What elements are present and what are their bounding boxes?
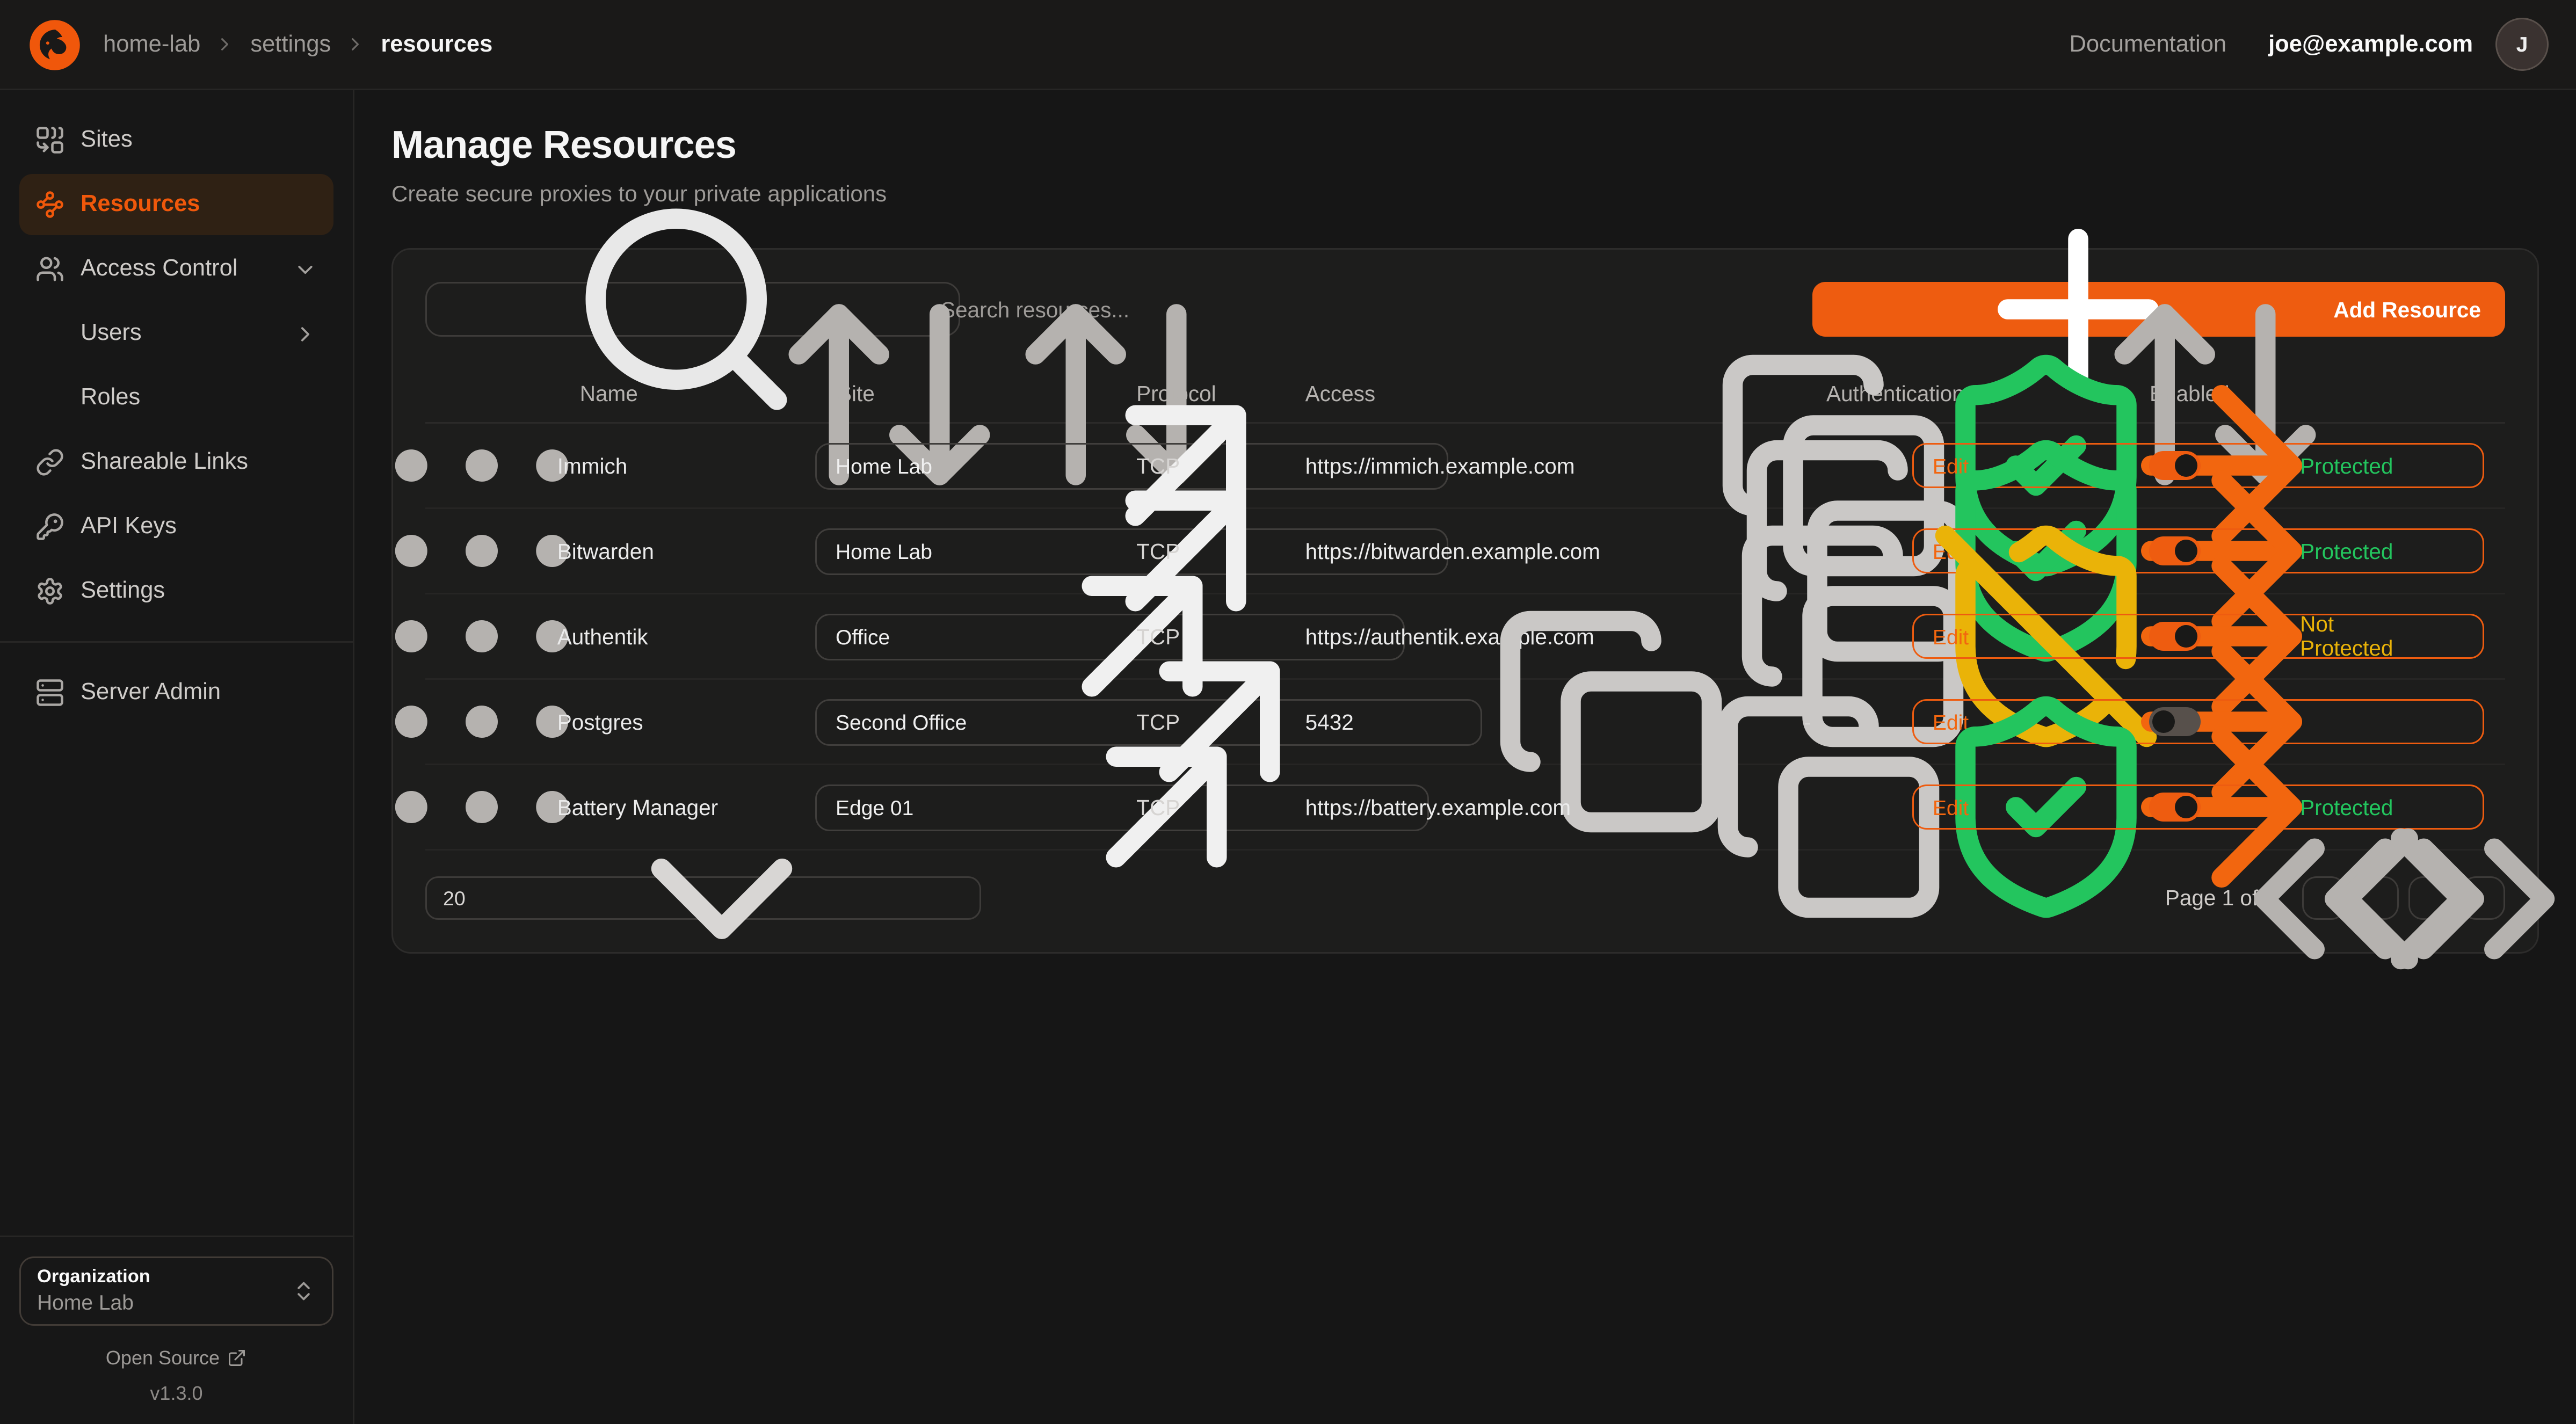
breadcrumb-org[interactable]: home-lab (103, 32, 200, 57)
enabled-toggle[interactable] (2150, 536, 2201, 565)
enabled-toggle[interactable] (2150, 793, 2201, 822)
sidebar-item-label: Resources (81, 192, 200, 217)
link-icon (35, 448, 64, 477)
last-page-button[interactable] (2462, 876, 2505, 920)
toggle-knob (2175, 540, 2198, 562)
chevron-down-icon (480, 778, 963, 1019)
open-source-link[interactable]: Open Source (19, 1347, 333, 1369)
version-label: v1.3.0 (19, 1382, 333, 1405)
sidebar-item-label: Roles (81, 385, 140, 411)
pangolin-logo[interactable] (27, 17, 82, 72)
organization-value: Home Lab (37, 1290, 292, 1316)
page-size-select[interactable]: 20 (425, 876, 981, 920)
toggle-knob (2153, 710, 2175, 733)
avatar-initial: J (2516, 32, 2528, 56)
sidebar-item-label: Server Admin (81, 680, 221, 706)
enabled-toggle[interactable] (2150, 622, 2201, 651)
breadcrumb-current: resources (381, 32, 492, 57)
resource-access-url: https://battery.example.com (1305, 795, 1571, 819)
sidebar-item-resources[interactable]: Resources (19, 174, 333, 235)
toggle-knob (2175, 796, 2198, 818)
sidebar-item-label: Access Control (81, 256, 238, 282)
key-icon (35, 512, 64, 541)
avatar[interactable]: J (2495, 18, 2549, 71)
sidebar-item-label: Settings (81, 578, 165, 604)
sidebar-footer-divider (0, 1236, 353, 1237)
chevrons-right-icon (2242, 778, 2576, 1019)
sidebar-item-access-control[interactable]: Access Control (19, 238, 333, 300)
toggle-knob (2175, 454, 2198, 477)
users-icon (35, 255, 64, 284)
sidebar-item-sites[interactable]: Sites (19, 110, 333, 171)
sidebar-item-label: Users (81, 321, 142, 346)
resources-card: Add Resource Name Site (391, 248, 2539, 954)
organization-selector[interactable]: Organization Home Lab (19, 1256, 333, 1326)
chevrons-up-down-icon (292, 1279, 316, 1303)
breadcrumb-settings[interactable]: settings (250, 32, 331, 57)
chevron-right-icon (215, 34, 236, 55)
user-email[interactable]: joe@example.com (2268, 32, 2473, 57)
gear-icon (35, 577, 64, 606)
page-size-value: 20 (443, 887, 466, 910)
waypoints-icon (35, 190, 64, 219)
chevron-down-icon (293, 257, 317, 281)
chevron-right-icon (293, 322, 317, 346)
enabled-toggle[interactable] (2150, 451, 2201, 480)
open-source-label: Open Source (106, 1347, 220, 1369)
organization-label: Organization (37, 1266, 292, 1290)
sidebar-footer: Organization Home Lab Open Source v1.3.0 (19, 1236, 333, 1405)
topbar: home-lab settings resources Documentatio… (0, 0, 2576, 90)
pager: Page 1 of 1 (2165, 876, 2505, 920)
sidebar-item-label: API Keys (81, 514, 177, 540)
breadcrumb: home-lab settings resources (103, 32, 492, 57)
external-link-icon (228, 1348, 247, 1368)
documentation-link[interactable]: Documentation (2070, 32, 2227, 57)
enabled-toggle[interactable] (2150, 707, 2201, 736)
chevron-right-icon (345, 34, 366, 55)
resource-protocol: TCP (1117, 795, 1286, 819)
sidebar-item-label: Sites (81, 127, 133, 153)
sidebar-item-label: Shareable Links (81, 449, 248, 475)
combine-icon (35, 126, 64, 155)
app-root: home-lab settings resources Documentatio… (0, 0, 2576, 1424)
page-title: Manage Resources (391, 122, 2539, 171)
toggle-knob (2175, 625, 2198, 648)
main-content: Manage Resources Create secure proxies t… (354, 90, 2576, 1424)
server-icon (35, 678, 64, 707)
